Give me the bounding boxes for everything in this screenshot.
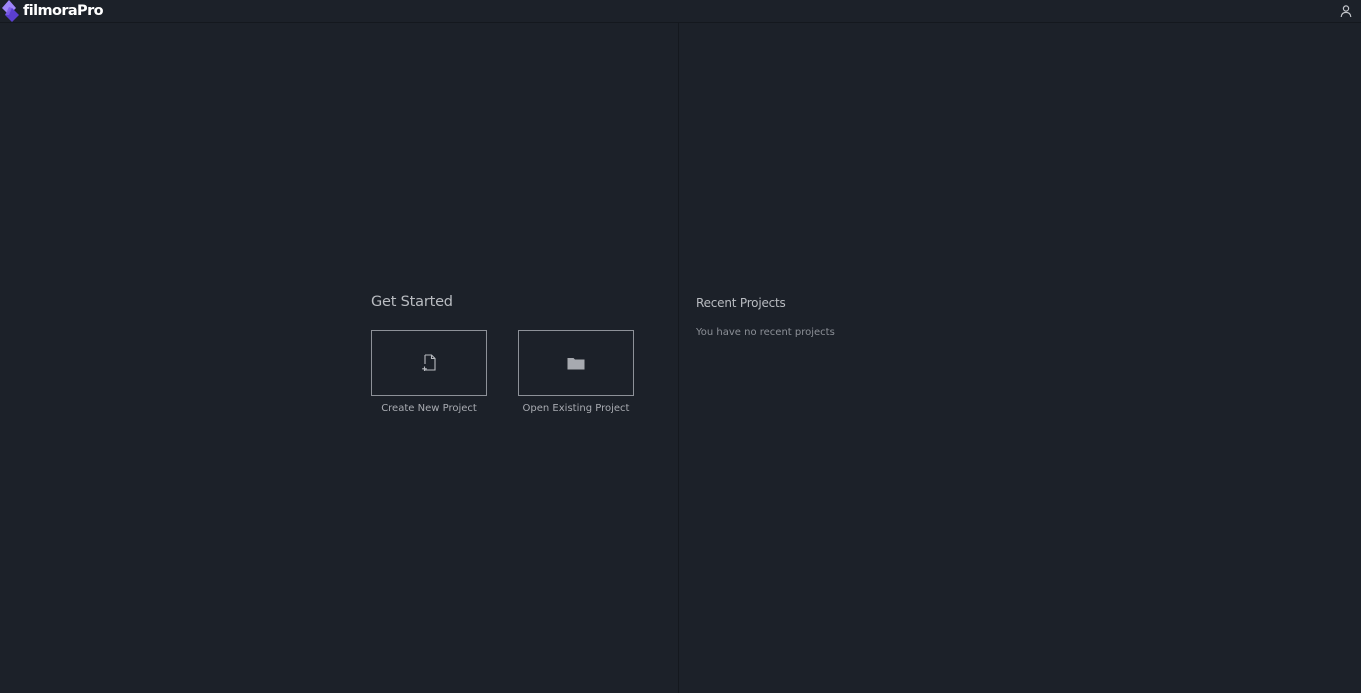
title-bar: filmoraPro — [0, 0, 1361, 23]
recent-projects-heading: Recent Projects — [696, 296, 786, 310]
filmora-logo-icon — [2, 0, 19, 22]
open-existing-project-button[interactable] — [518, 330, 634, 396]
no-recent-projects-message: You have no recent projects — [696, 327, 835, 338]
open-existing-project-label[interactable]: Open Existing Project — [518, 403, 634, 414]
app-name: filmoraPro — [23, 3, 104, 19]
panel-divider — [678, 23, 679, 693]
create-new-project-label[interactable]: Create New Project — [371, 403, 487, 414]
folder-icon — [567, 358, 585, 370]
user-icon[interactable] — [1339, 4, 1353, 18]
app-logo: filmoraPro — [1, 0, 104, 22]
get-started-heading: Get Started — [371, 294, 453, 310]
new-file-icon — [422, 354, 436, 371]
create-new-project-button[interactable] — [371, 330, 487, 396]
